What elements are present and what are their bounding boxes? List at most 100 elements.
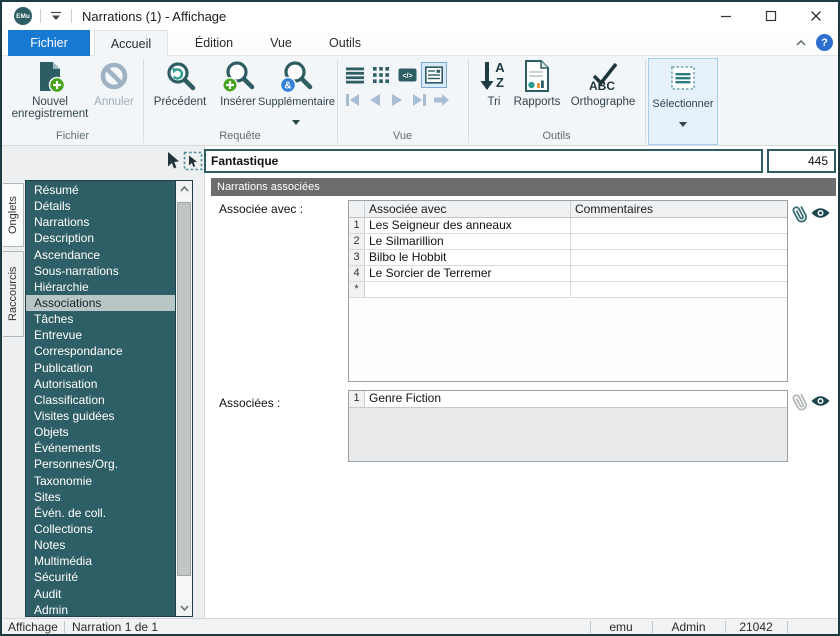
sidebar-item[interactable]: Collections [26,521,175,537]
window-title: Narrations (1) - Affichage [82,8,227,24]
additional-query-icon[interactable]: & [279,60,313,99]
select-button[interactable]: Sélectionner [648,58,718,145]
status-separator [64,621,65,633]
additional-button[interactable]: Supplémentaire [258,96,335,108]
sidebar-tab-onglets[interactable]: Onglets [3,183,24,247]
insert-button[interactable]: Insérer [212,96,264,108]
table-row[interactable]: * [349,282,787,298]
sort-z-glyph: Z [496,75,504,90]
sidebar-item[interactable]: Événements [26,440,175,456]
commentaires-cell[interactable] [571,218,787,234]
sidebar-item[interactable]: Audit [26,586,175,602]
pointer-cursor-icon[interactable] [166,151,180,175]
reports-icon[interactable] [523,59,551,98]
group-separator [645,59,646,143]
insert-icon[interactable] [221,60,255,99]
select-dropdown-caret-icon[interactable] [679,114,687,132]
sidebar-item[interactable]: Autorisation [26,376,175,392]
sidebar-item[interactable]: Objets [26,424,175,440]
ribbon: Nouvel enregistrement Annuler Précédent [2,56,838,146]
spelling-button[interactable]: Orthographe [565,96,641,108]
sidebar-item[interactable]: Tâches [26,311,175,327]
sidebar-item[interactable]: Sites [26,489,175,505]
sidebar-item[interactable]: Hiérarchie [26,279,175,295]
rownum-column-header [349,201,365,217]
sort-icon[interactable]: A Z [479,59,509,98]
sidebar-item[interactable]: Classification [26,392,175,408]
view-attachment-eye-icon[interactable] [810,206,831,225]
code-view-icon[interactable]: </> [396,64,418,86]
table-row[interactable]: 1 Les Seigneur des anneaux [349,218,787,234]
commentaires-cell[interactable] [571,282,787,298]
sidebar-item[interactable]: Description [26,230,175,246]
record-number-field: 445 [767,149,836,173]
details-view-icon[interactable] [421,62,447,88]
table-row[interactable]: 4 Le Sorcier de Terremer [349,266,787,282]
sidebar-item[interactable]: Multimédia [26,553,175,569]
sidebar-item[interactable]: Sous-narrations [26,263,175,279]
view-attachment-eye-icon[interactable] [810,394,831,413]
sidebar-scrollbar[interactable] [175,181,192,616]
help-button[interactable]: ? [816,34,833,51]
associee-avec-cell[interactable]: Le Silmarillion [365,234,571,250]
sidebar-item[interactable]: Taxonomie [26,473,175,489]
commentaires-cell[interactable] [571,234,787,250]
close-button[interactable] [793,2,838,30]
table-row[interactable]: 1 Genre Fiction [349,391,787,408]
tab-vue[interactable]: Vue [260,30,302,56]
window-controls [703,2,838,30]
additional-dropdown-caret-icon[interactable] [292,112,300,130]
table-row[interactable]: 3 Bilbo le Hobbit [349,250,787,266]
sidebar-item[interactable]: Ascendance [26,247,175,263]
sidebar-item[interactable]: Admin [26,602,175,618]
previous-query-icon[interactable] [163,60,197,99]
sidebar-item[interactable]: Correspondance [26,343,175,359]
tab-fichier[interactable]: Fichier [8,30,90,56]
sidebar-item[interactable]: Visites guidées [26,408,175,424]
commentaires-cell[interactable] [571,266,787,282]
spelling-icon[interactable]: ABC [582,59,622,98]
list-view-icon[interactable] [344,64,366,86]
maximize-button[interactable] [748,2,793,30]
sidebar-item[interactable]: Associations [26,294,175,312]
associee-avec-cell[interactable]: Le Sorcier de Terremer [365,266,571,282]
grid-view-icon[interactable] [370,64,392,86]
sidebar-item[interactable]: Détails [26,198,175,214]
sidebar-item[interactable]: Sécurité [26,569,175,585]
scrollbar-thumb[interactable] [177,202,191,576]
sidebar-item[interactable]: Notes [26,537,175,553]
scroll-up-button[interactable] [176,181,192,197]
row-number: 4 [349,266,365,282]
quick-access-customize-icon[interactable] [49,10,63,22]
status-connection: emu [609,620,633,634]
commentaires-cell[interactable] [571,250,787,266]
row-number: 1 [349,218,365,234]
new-record-button[interactable]: Nouvel enregistrement [4,96,96,120]
sidebar-item[interactable]: Résumé [26,182,175,198]
marquee-select-icon[interactable] [183,151,203,176]
tab-accueil[interactable]: Accueil [94,30,168,56]
tab-edition[interactable]: Édition [186,30,242,56]
associee-avec-cell[interactable]: Bilbo le Hobbit [365,250,571,266]
sidebar-item[interactable]: Narrations [26,214,175,230]
collapse-ribbon-icon[interactable] [794,36,810,50]
reports-button[interactable]: Rapports [505,96,569,108]
previous-button[interactable]: Précédent [146,96,214,108]
new-record-icon[interactable] [33,60,67,99]
sidebar-item[interactable]: Évén. de coll. [26,505,175,521]
commentaires-column-header[interactable]: Commentaires [571,201,787,217]
associee-avec-cell[interactable]: Les Seigneur des anneaux [365,218,571,234]
scroll-down-button[interactable] [176,600,192,616]
sidebar-item[interactable]: Personnes/Org. [26,456,175,472]
table-row[interactable]: 2 Le Silmarillion [349,234,787,250]
associee-avec-column-header[interactable]: Associée avec [365,201,571,217]
sidebar-tab-raccourcis[interactable]: Raccourcis [3,251,24,337]
sidebar-item[interactable]: Entrevue [26,327,175,343]
tab-outils[interactable]: Outils [318,30,372,56]
associated-value-cell[interactable]: Genre Fiction [365,391,787,408]
attach-icon[interactable] [791,203,809,230]
minimize-button[interactable] [703,2,748,30]
associee-avec-cell[interactable] [365,282,571,298]
emu-logo-icon: EMu [14,7,32,25]
sidebar-item[interactable]: Publication [26,360,175,376]
